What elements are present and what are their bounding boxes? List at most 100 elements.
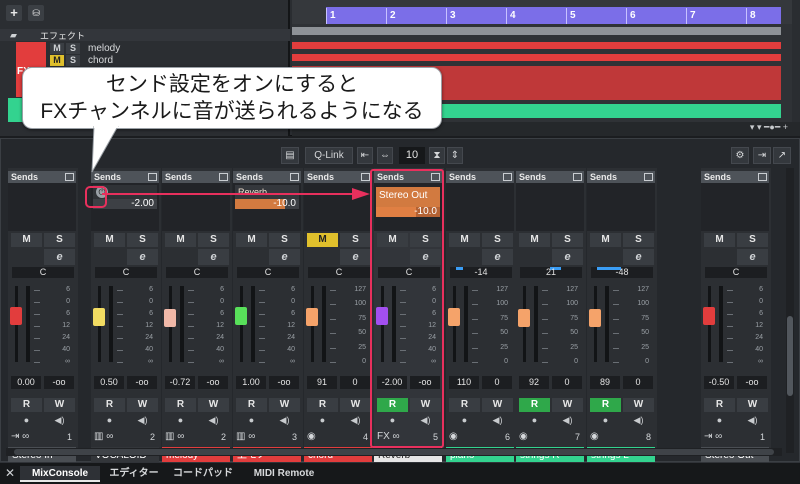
volume-value[interactable]: 110 [449, 376, 479, 389]
shift-left-icon[interactable]: ⇤ [357, 147, 373, 164]
speaker-icon[interactable]: ◀) [482, 414, 513, 426]
monitor-icon[interactable]: ● [704, 414, 735, 426]
mute-button[interactable]: M [590, 233, 621, 247]
speaker-icon[interactable]: ◀) [198, 414, 229, 426]
volume-value[interactable]: 0.00 [11, 376, 41, 389]
volume-fader-area[interactable]: 6 0 6 12 24 40 ∞ [233, 282, 301, 366]
fader-track[interactable] [306, 286, 318, 362]
solo-button[interactable]: S [269, 233, 300, 247]
solo-button[interactable]: S [198, 233, 229, 247]
fader-track[interactable] [10, 286, 22, 362]
pan-control[interactable]: C [705, 267, 767, 278]
timeline-ruler[interactable]: 123456789 [292, 0, 792, 24]
peak-value[interactable]: 0 [482, 376, 512, 389]
edit-channel-button[interactable]: e [44, 249, 75, 265]
monitor-icon[interactable]: ● [590, 414, 621, 426]
peak-value[interactable]: -oo [269, 376, 299, 389]
mute-button[interactable]: M [449, 233, 480, 247]
fader-handle[interactable] [306, 308, 318, 326]
sends-header[interactable]: Sends [304, 171, 372, 183]
read-automation-button[interactable]: R [449, 398, 480, 412]
volume-fader-area[interactable]: 6 0 6 12 24 40 ∞ [91, 282, 159, 366]
speaker-icon[interactable]: ◀) [623, 414, 654, 426]
peak-value[interactable]: 0 [623, 376, 653, 389]
speaker-icon[interactable]: ◀) [552, 414, 583, 426]
sends-toggle-icon[interactable] [361, 173, 370, 181]
visible-channels-value[interactable]: 10 [399, 147, 425, 164]
fader-handle[interactable] [235, 306, 247, 325]
speaker-icon[interactable]: ◀) [340, 414, 371, 426]
read-automation-button[interactable]: R [519, 398, 550, 412]
write-automation-button[interactable]: W [482, 398, 513, 412]
qlink-button[interactable]: Q-Link [305, 147, 353, 164]
channel-overview-button[interactable]: ▤ [281, 147, 299, 164]
monitor-icon[interactable]: ● [236, 414, 267, 426]
sends-toggle-icon[interactable] [65, 173, 74, 181]
mute-button[interactable]: M [94, 233, 125, 247]
peak-value[interactable]: -oo [737, 376, 767, 389]
pan-control[interactable]: C [95, 267, 157, 278]
tab-midi-remote[interactable]: MIDI Remote [244, 466, 324, 482]
solo-button[interactable]: S [44, 233, 75, 247]
solo-button[interactable]: S [340, 233, 371, 247]
track-solo-button[interactable]: S [66, 43, 80, 54]
mute-button[interactable]: M [704, 233, 735, 247]
read-automation-button[interactable]: R [704, 398, 735, 412]
edit-channel-button[interactable]: e [623, 249, 654, 265]
volume-fader-area[interactable]: 127 100 75 50 25 0 [516, 282, 584, 366]
sends-toggle-icon[interactable] [644, 173, 653, 181]
expand-icon[interactable]: ↗ [773, 147, 791, 164]
zoom-stepper-icon[interactable]: ⇕ [447, 147, 463, 164]
volume-value[interactable]: 91 [307, 376, 337, 389]
write-automation-button[interactable]: W [44, 398, 75, 412]
solo-button[interactable]: S [552, 233, 583, 247]
mute-button[interactable]: M [519, 233, 550, 247]
monitor-icon[interactable]: ● [519, 414, 550, 426]
fader-handle[interactable] [448, 308, 460, 326]
write-automation-button[interactable]: W [340, 398, 371, 412]
tab-chord-pads[interactable]: コードパッド [168, 466, 238, 482]
sends-header[interactable]: Sends [516, 171, 584, 183]
edit-channel-button[interactable]: e [340, 249, 371, 265]
solo-button[interactable]: S [482, 233, 513, 247]
speaker-icon[interactable]: ◀) [269, 414, 300, 426]
fader-track[interactable] [703, 286, 715, 362]
edit-channel-button[interactable]: e [198, 249, 229, 265]
melody-lane[interactable] [292, 42, 781, 49]
monitor-icon[interactable]: ● [94, 414, 125, 426]
volume-fader-area[interactable]: 127 100 75 50 25 0 [587, 282, 655, 366]
speaker-icon[interactable]: ◀) [44, 414, 75, 426]
fader-track[interactable] [164, 286, 176, 362]
solo-button[interactable]: S [127, 233, 158, 247]
gear-icon[interactable]: ⚙ [731, 147, 749, 164]
sends-section[interactable] [516, 183, 584, 231]
sends-header[interactable]: Sends [701, 171, 769, 183]
folder-track[interactable]: ▰ エフェクト [0, 29, 290, 41]
track-solo-button[interactable]: S [66, 55, 80, 66]
sends-section[interactable] [587, 183, 655, 231]
write-automation-button[interactable]: W [198, 398, 229, 412]
chord-lane[interactable] [292, 54, 781, 61]
pan-control[interactable]: 21 [520, 267, 582, 278]
monitor-icon[interactable]: ● [11, 414, 42, 426]
edit-channel-button[interactable]: e [127, 249, 158, 265]
volume-value[interactable]: 92 [519, 376, 549, 389]
zoom-slider-icon[interactable]: ▾ ▾ ━●━ + [750, 122, 788, 133]
scrollbar-thumb[interactable] [14, 449, 774, 455]
sends-section[interactable] [701, 183, 769, 231]
fader-track[interactable] [448, 286, 460, 362]
read-automation-button[interactable]: R [236, 398, 267, 412]
volume-value[interactable]: -0.72 [165, 376, 195, 389]
sends-header[interactable]: Sends [162, 171, 230, 183]
peak-value[interactable]: -oo [44, 376, 74, 389]
peak-value[interactable]: 0 [340, 376, 370, 389]
track-mute-button[interactable]: M [50, 55, 64, 66]
volume-value[interactable]: 1.00 [236, 376, 266, 389]
volume-fader-area[interactable]: 127 100 75 50 25 0 [304, 282, 372, 366]
read-automation-button[interactable]: R [307, 398, 338, 412]
fader-track[interactable] [518, 286, 530, 362]
sends-section[interactable] [8, 183, 76, 231]
horizontal-scrollbar[interactable] [6, 448, 782, 456]
volume-value[interactable]: -0.50 [704, 376, 734, 389]
sends-header[interactable]: Sends [587, 171, 655, 183]
